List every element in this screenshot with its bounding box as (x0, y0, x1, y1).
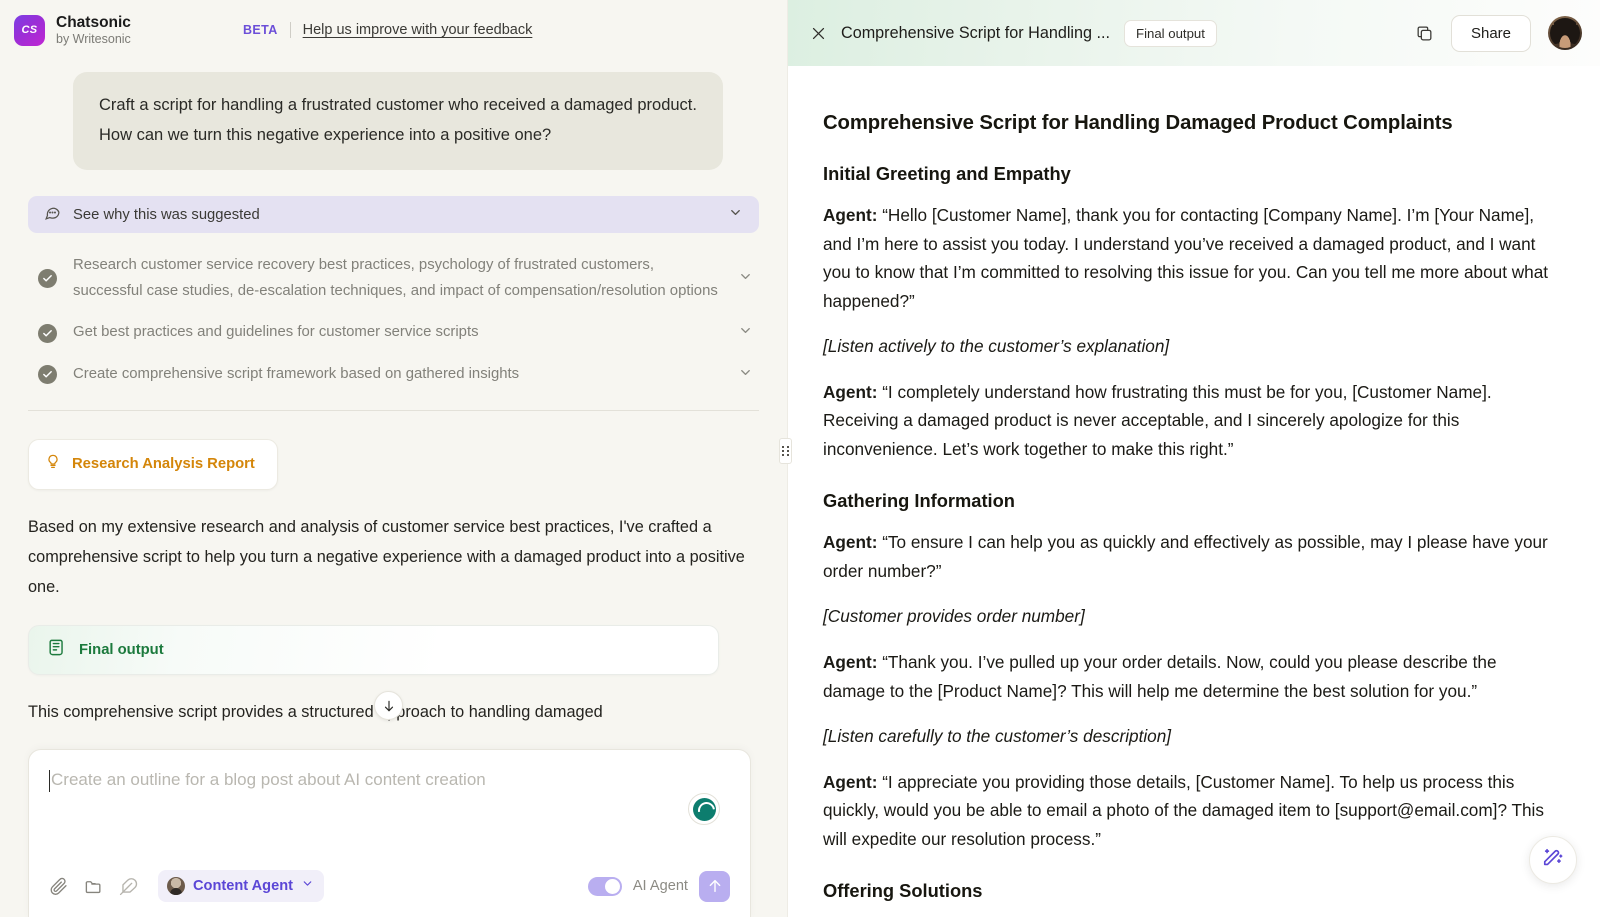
document-header-actions: Share (1415, 14, 1582, 52)
document-header-title: Comprehensive Script for Handling ... (841, 23, 1111, 42)
app-root: CS Chatsonic by Writesonic BETA Help us … (0, 0, 1600, 917)
header-divider (289, 22, 291, 38)
dialog-text: “To ensure I can help you as quickly and… (823, 532, 1548, 581)
final-output-card[interactable]: Final output (28, 624, 719, 675)
send-button[interactable] (699, 870, 730, 902)
stage-direction: [Listen carefully to the customer’s desc… (823, 726, 1172, 747)
composer[interactable]: Create an outline for a blog post about … (28, 749, 751, 917)
chevron-down-icon[interactable] (738, 365, 753, 385)
grip-dots-icon (782, 446, 789, 456)
chat-header: CS Chatsonic by Writesonic BETA Help us … (0, 0, 787, 60)
magic-edit-button[interactable] (1529, 836, 1577, 884)
dialog-line: Agent: “I completely understand how frus… (823, 378, 1554, 464)
final-output-badge: Final output (1124, 19, 1217, 47)
user-prompt-bubble: Craft a script for handling a frustrated… (73, 72, 723, 171)
document-scroll-icon (47, 638, 66, 662)
agent-avatar-icon (167, 877, 185, 895)
speaker-label: Agent: (823, 532, 878, 553)
magic-wand-icon (1542, 847, 1564, 874)
speaker-label: Agent: (823, 381, 878, 402)
dialog-text: “Hello [Customer Name], thank you for co… (823, 205, 1549, 311)
beta-badge: BETA (242, 23, 278, 37)
check-circle-icon (38, 365, 57, 385)
loading-spinner-icon (688, 793, 720, 825)
dialog-line: Agent: “To ensure I can help you as quic… (823, 528, 1554, 585)
text-caret (49, 770, 50, 792)
chatsonic-logo-icon: CS (14, 14, 45, 46)
task-item[interactable]: Research customer service recovery best … (28, 245, 759, 312)
document-header: Comprehensive Script for Handling ... Fi… (788, 0, 1600, 66)
research-analysis-report-chip[interactable]: Research Analysis Report (28, 438, 278, 490)
document-section-heading: Offering Solutions (823, 880, 983, 902)
composer-toolbar: Content Agent AI Agent (49, 870, 730, 902)
feather-icon[interactable] (119, 877, 138, 896)
chat-panel: CS Chatsonic by Writesonic BETA Help us … (0, 0, 787, 917)
composer-wrapper: Create an outline for a blog post about … (28, 749, 751, 917)
check-circle-icon (38, 323, 57, 343)
stage-direction: [Listen actively to the customer’s expla… (823, 336, 1170, 357)
see-why-suggested-banner[interactable]: See why this was suggested (28, 196, 759, 234)
task-item[interactable]: Get best practices and guidelines for cu… (28, 312, 759, 354)
composer-toolbar-right: AI Agent (587, 870, 730, 902)
agent-name-label: Content Agent (193, 878, 293, 894)
task-item[interactable]: Create comprehensive script framework ba… (28, 354, 759, 396)
research-report-label: Research Analysis Report (72, 456, 255, 473)
chevron-down-icon[interactable] (728, 205, 743, 225)
brand-text: Chatsonic by Writesonic (56, 13, 131, 48)
chevron-down-icon[interactable] (738, 269, 753, 289)
document-section-heading: Initial Greeting and Empathy (823, 163, 1071, 184)
task-label: Research customer service recovery best … (73, 257, 718, 299)
brand[interactable]: CS Chatsonic by Writesonic (14, 13, 131, 48)
header-middle: BETA Help us improve with your feedback (243, 22, 532, 38)
folder-icon[interactable] (84, 877, 103, 896)
copy-icon[interactable] (1415, 24, 1434, 43)
avatar[interactable] (1548, 16, 1582, 50)
share-button[interactable]: Share (1450, 14, 1531, 52)
see-why-suggested-label: See why this was suggested (73, 206, 260, 223)
chevron-down-icon[interactable] (301, 877, 314, 895)
final-output-label: Final output (79, 641, 164, 658)
ai-agent-toggle[interactable] (587, 876, 622, 896)
agent-selector-chip[interactable]: Content Agent (158, 870, 324, 902)
dialog-text: “I completely understand how frustrating… (823, 381, 1492, 459)
task-list: Research customer service recovery best … (28, 245, 759, 396)
speaker-label: Agent: (823, 205, 878, 225)
stage-direction: [Customer provides order number] (823, 606, 1085, 627)
assistant-paragraph: Based on my extensive research and analy… (28, 517, 745, 597)
brand-name: Chatsonic (56, 13, 131, 31)
dialog-text: “Thank you. I’ve pulled up your order de… (823, 652, 1497, 701)
feedback-link[interactable]: Help us improve with your feedback (303, 22, 533, 38)
panel-resize-handle[interactable] (779, 438, 792, 464)
check-circle-icon (38, 269, 57, 289)
dialog-line: Agent: “Thank you. I’ve pulled up your o… (823, 648, 1554, 705)
dialog-line: Agent: “I appreciate you providing those… (823, 768, 1554, 854)
ai-agent-toggle-label: AI Agent (632, 878, 688, 894)
section-divider (28, 409, 759, 411)
composer-placeholder[interactable]: Create an outline for a blog post about … (51, 768, 486, 792)
speaker-label: Agent: (823, 652, 878, 673)
document-title: Comprehensive Script for Handling Damage… (823, 112, 1453, 134)
document-section-heading: Gathering Information (823, 490, 1015, 512)
paperclip-icon[interactable] (49, 877, 68, 896)
lightbulb-icon (45, 453, 61, 476)
task-label: Get best practices and guidelines for cu… (73, 324, 479, 341)
task-label: Create comprehensive script framework ba… (73, 365, 520, 382)
document-content[interactable]: Comprehensive Script for Handling Damage… (788, 66, 1600, 917)
scroll-to-bottom-button[interactable] (374, 691, 403, 720)
dialog-line: Agent: “Hello [Customer Name], thank you… (823, 201, 1554, 315)
document-panel: Comprehensive Script for Handling ... Fi… (787, 0, 1600, 917)
composer-input-row[interactable]: Create an outline for a blog post about … (49, 768, 730, 792)
speaker-label: Agent: (823, 771, 878, 792)
chat-bubble-icon (44, 204, 61, 226)
chevron-down-icon[interactable] (738, 323, 753, 343)
dialog-text: “I appreciate you providing those detail… (823, 771, 1544, 849)
close-icon[interactable] (810, 25, 827, 42)
brand-subtitle: by Writesonic (56, 31, 131, 46)
